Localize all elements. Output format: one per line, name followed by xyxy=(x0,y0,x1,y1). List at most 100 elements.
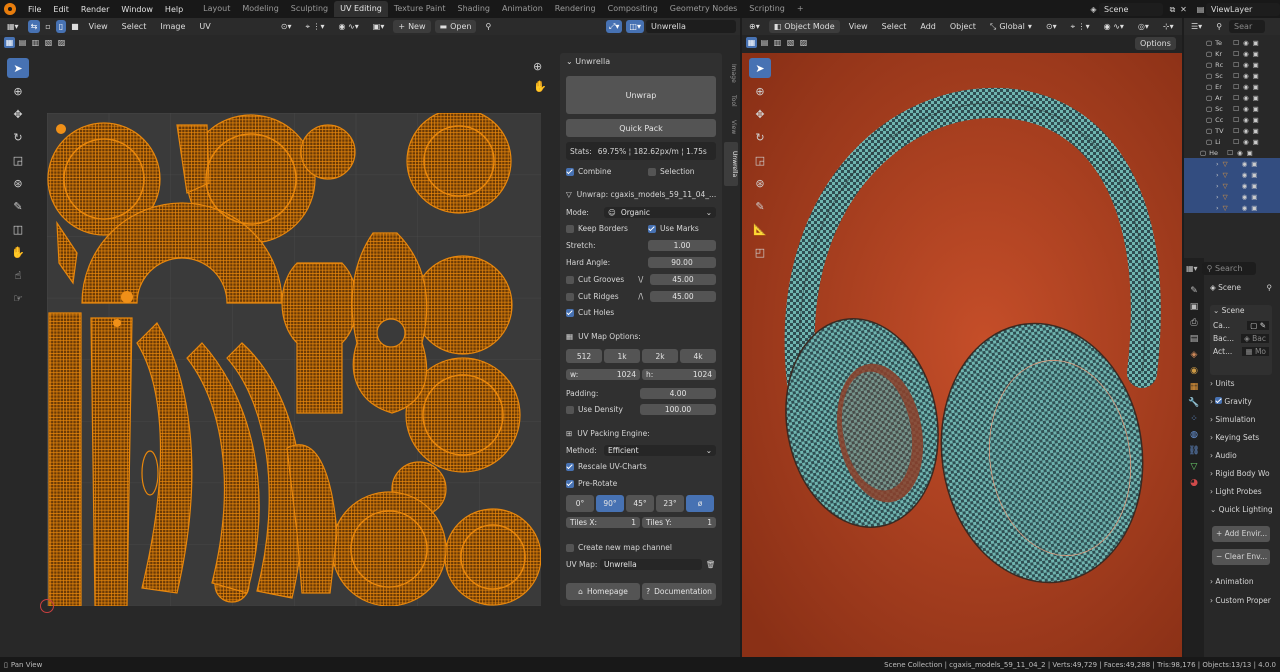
menu-object[interactable]: Object xyxy=(945,20,981,33)
background-field[interactable]: ◈ Bac xyxy=(1240,334,1269,343)
visibility-eye-icon[interactable]: ◉ xyxy=(1243,61,1249,69)
scene-tab-icon[interactable]: ◈ xyxy=(1191,350,1198,360)
proportional-edit-icon[interactable]: ◉ ∿▾ xyxy=(334,20,364,33)
checkbox-icon[interactable]: ☐ xyxy=(1233,127,1239,135)
transform-orientation[interactable]: ⤡ Global ▾ xyxy=(985,20,1037,33)
custom-properties-section[interactable]: › Custom Proper xyxy=(1210,596,1272,605)
tab-modeling[interactable]: Modeling xyxy=(236,1,284,17)
render-camera-icon[interactable]: ▣ xyxy=(1253,72,1259,80)
render-camera-icon[interactable]: ▣ xyxy=(1253,83,1259,91)
menu-add[interactable]: Add xyxy=(915,20,941,33)
menu-help[interactable]: Help xyxy=(159,5,189,14)
view-layer-tab-icon[interactable]: ▤ xyxy=(1190,334,1199,344)
outliner-child-row[interactable]: › ▽ ◉ ▣ xyxy=(1184,191,1280,202)
render-camera-icon[interactable]: ▣ xyxy=(1253,105,1259,113)
visibility-eye-icon[interactable]: ◉ xyxy=(1243,50,1249,58)
particles-tab-icon[interactable]: ⁘ xyxy=(1190,414,1198,424)
properties-section[interactable]: › Gravity xyxy=(1210,397,1272,406)
visibility-eye-icon[interactable]: ◉ xyxy=(1243,116,1249,124)
visibility-eye-icon[interactable]: ◉ xyxy=(1243,138,1249,146)
select-intersect-icon[interactable]: ▨ xyxy=(798,37,809,48)
visibility-icon[interactable]: ◎▾ xyxy=(1133,20,1154,33)
tab-uv-editing[interactable]: UV Editing xyxy=(334,1,388,17)
menu-select[interactable]: Select xyxy=(117,20,152,33)
relax-tool-icon[interactable]: ☝ xyxy=(7,265,29,285)
menu-file[interactable]: File xyxy=(22,5,47,14)
checkbox-icon[interactable]: ☐ xyxy=(1233,61,1239,69)
pin-icon[interactable]: ⚲ xyxy=(480,20,496,33)
trash-icon[interactable]: 🗑 xyxy=(706,560,716,569)
cursor-tool-icon[interactable]: ⊕ xyxy=(7,81,29,101)
proportional-icon[interactable]: ◉ ∿▾ xyxy=(1099,20,1129,33)
outliner-row[interactable]: ▢ Rc ☐ ◉ ▣ xyxy=(1184,59,1280,70)
visibility-eye-icon[interactable]: ◉ xyxy=(1243,94,1249,102)
rotate-tool-icon[interactable]: ↻ xyxy=(749,127,771,147)
properties-section[interactable]: › Rigid Body Wo xyxy=(1210,469,1272,478)
pan-icon[interactable]: ✋ xyxy=(533,80,547,93)
render-camera-icon[interactable]: ▣ xyxy=(1251,204,1257,212)
select-invert-icon[interactable]: ▧ xyxy=(43,37,54,48)
outliner-row[interactable]: ▢ Sc ☐ ◉ ▣ xyxy=(1184,70,1280,81)
properties-section[interactable]: › Keying Sets xyxy=(1210,433,1272,442)
move-tool-icon[interactable]: ✥ xyxy=(7,104,29,124)
properties-type-icon[interactable]: ▦▾ xyxy=(1186,264,1198,273)
rot-free-button[interactable]: ø xyxy=(686,495,714,512)
edge-select-icon[interactable]: ▯ xyxy=(55,20,67,33)
select-subtract-icon[interactable]: ▥ xyxy=(772,37,783,48)
viewport-editor-type-icon[interactable]: ⊕▾ xyxy=(744,20,765,33)
pinch-tool-icon[interactable]: ☞ xyxy=(7,288,29,308)
uv-display-icon[interactable]: ⤢▾ xyxy=(606,20,623,33)
selection-checkbox[interactable]: Selection xyxy=(648,167,716,176)
render-camera-icon[interactable]: ▣ xyxy=(1253,39,1259,47)
grab-tool-icon[interactable]: ✋ xyxy=(7,242,29,262)
tiles-y-field[interactable]: Tiles Y: 1 xyxy=(642,517,716,528)
padding-field[interactable]: 4.00 xyxy=(640,388,716,399)
scene-selector[interactable]: Scene xyxy=(1099,2,1163,16)
rot-0-button[interactable]: 0° xyxy=(566,495,594,512)
rescale-checkbox[interactable]: Rescale UV-Charts xyxy=(566,462,716,471)
delete-scene-icon[interactable]: ✕ xyxy=(1178,4,1189,15)
face-select-icon[interactable]: ■ xyxy=(70,20,80,33)
checkbox-icon[interactable]: ☐ xyxy=(1233,94,1239,102)
vertex-select-icon[interactable]: ▫ xyxy=(44,20,51,33)
pivot-icon[interactable]: ⊙▾ xyxy=(276,20,297,33)
pin-icon[interactable]: ⚲ xyxy=(1267,283,1273,292)
rot-45-button[interactable]: 45° xyxy=(626,495,654,512)
render-camera-icon[interactable]: ▣ xyxy=(1253,50,1259,58)
add-cube-tool-icon[interactable]: ◰ xyxy=(749,242,771,262)
outliner-row[interactable]: ▢ Ar ☐ ◉ ▣ xyxy=(1184,92,1280,103)
measure-tool-icon[interactable]: 📐 xyxy=(749,219,771,239)
modifier-tab-icon[interactable]: 🔧 xyxy=(1188,398,1199,408)
scale-tool-icon[interactable]: ◲ xyxy=(749,150,771,170)
tab-tool[interactable]: Tool xyxy=(725,90,737,112)
outliner-row[interactable]: ▢ Te ☐ ◉ ▣ xyxy=(1184,37,1280,48)
hard-angle-field[interactable]: 90.00 xyxy=(648,257,716,268)
properties-section[interactable]: › Simulation xyxy=(1210,415,1272,424)
method-dropdown[interactable]: Efficient ⌄ xyxy=(604,445,716,456)
outliner-child-row[interactable]: › ▽ ◉ ▣ xyxy=(1184,202,1280,213)
tab-shading[interactable]: Shading xyxy=(451,1,496,17)
tab-image[interactable]: Image xyxy=(725,60,737,86)
render-camera-icon[interactable]: ▣ xyxy=(1253,127,1259,135)
render-camera-icon[interactable]: ▣ xyxy=(1253,61,1259,69)
visibility-eye-icon[interactable]: ◉ xyxy=(1242,182,1248,190)
use-density-check-icon[interactable] xyxy=(566,405,574,414)
filter-icon[interactable]: ⚲ xyxy=(1211,20,1227,33)
rip-tool-icon[interactable]: ◫ xyxy=(7,219,29,239)
animation-section[interactable]: › Animation xyxy=(1210,577,1272,586)
checkbox-icon[interactable]: ☐ xyxy=(1233,83,1239,91)
tab-texture-paint[interactable]: Texture Paint xyxy=(388,1,452,17)
tab-compositing[interactable]: Compositing xyxy=(602,1,664,17)
tab-view[interactable]: View xyxy=(725,116,737,138)
documentation-button[interactable]: ? Documentation xyxy=(642,583,716,600)
uv-map-icon[interactable]: ◫▾ xyxy=(626,20,644,33)
rot-90-button[interactable]: 90° xyxy=(596,495,624,512)
outliner-row[interactable]: ▢ Cc ☐ ◉ ▣ xyxy=(1184,114,1280,125)
select-extend-icon[interactable]: ▤ xyxy=(17,37,28,48)
add-environment-button[interactable]: + Add Envir... xyxy=(1212,526,1270,542)
select-subtract-icon[interactable]: ▥ xyxy=(30,37,41,48)
annotate-tool-icon[interactable]: ✎ xyxy=(7,196,29,216)
gizmo-icon[interactable]: ⊹▾ xyxy=(1158,20,1179,33)
select-box-icon[interactable]: ▦ xyxy=(4,37,15,48)
render-camera-icon[interactable]: ▣ xyxy=(1251,193,1257,201)
